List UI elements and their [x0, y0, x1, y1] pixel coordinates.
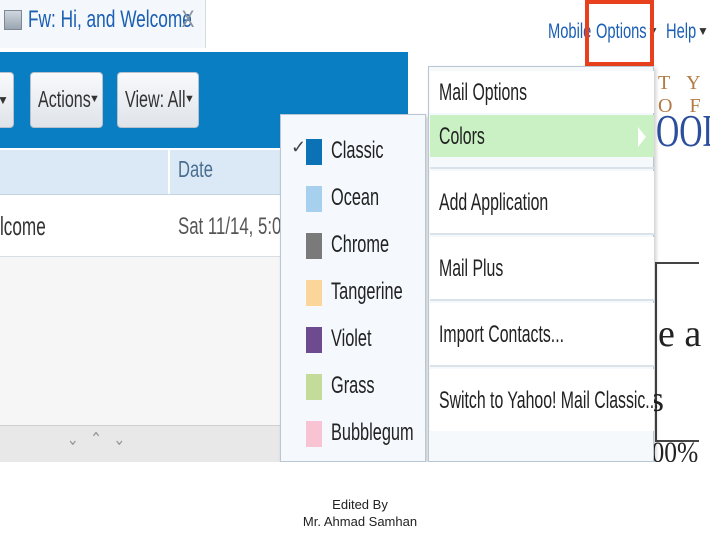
menu-divider	[430, 233, 654, 235]
help-link[interactable]: Help	[666, 20, 696, 44]
menu-item-label: Import Contacts...	[439, 321, 565, 348]
color-swatch	[306, 186, 322, 212]
tab-title: Fw: Hi, and Welcome	[28, 6, 192, 33]
color-label: Chrome	[331, 231, 390, 258]
color-option-tangerine[interactable]: Tangerine	[281, 268, 427, 315]
help-dropdown-icon[interactable]: ▼	[697, 24, 709, 38]
options-highlight-box	[585, 0, 654, 66]
menu-item-label: Switch to Yahoo! Mail Classic...	[439, 387, 659, 414]
list-empty-area	[0, 257, 290, 425]
actions-label: Actions	[38, 86, 91, 112]
submenu-arrow-icon	[638, 127, 646, 147]
column-divider[interactable]	[168, 150, 170, 194]
list-column-header	[0, 150, 290, 195]
menu-item-colors[interactable]: Colors	[430, 115, 654, 157]
chevron-down-icon: ▼	[89, 93, 100, 105]
toolbar-dropdown-button[interactable]: ▼	[0, 72, 14, 128]
color-option-grass[interactable]: Grass	[281, 362, 427, 409]
menu-divider	[430, 299, 654, 301]
colors-submenu: ✓ Classic Ocean Chrome Tangerine Violet …	[280, 114, 426, 462]
message-tab[interactable]: Fw: Hi, and Welcome X	[0, 0, 206, 48]
background-text-a: e a	[658, 313, 702, 355]
menu-item-label: Mail Options	[439, 79, 528, 106]
menu-divider	[430, 167, 654, 169]
view-label: View: All	[125, 86, 186, 112]
color-swatch	[306, 421, 322, 447]
date-column-header[interactable]: Date	[178, 156, 213, 183]
color-option-classic[interactable]: ✓ Classic	[281, 127, 427, 174]
color-swatch	[306, 139, 322, 165]
slide-caption: Edited By Mr. Ahmad Samhan	[0, 496, 720, 530]
menu-item-import-contacts[interactable]: Import Contacts...	[430, 303, 654, 365]
chevron-down-icon: ▼	[184, 93, 195, 105]
mail-icon	[4, 10, 22, 30]
caption-line-1: Edited By	[332, 497, 388, 512]
menu-item-label: Colors	[439, 123, 485, 150]
menu-item-switch-classic[interactable]: Switch to Yahoo! Mail Classic...	[430, 369, 659, 431]
color-option-violet[interactable]: Violet	[281, 315, 427, 362]
color-swatch	[306, 233, 322, 259]
color-label: Classic	[331, 137, 384, 164]
chevron-down-icon: ▼	[0, 93, 9, 107]
caption-line-2: Mr. Ahmad Samhan	[302, 514, 418, 529]
view-all-button[interactable]: View: All ▼	[117, 72, 199, 128]
menu-item-mail-plus[interactable]: Mail Plus	[430, 237, 654, 299]
menu-item-add-application[interactable]: Add Application	[430, 171, 654, 233]
pagination-arrows-icon[interactable]: ⌄⌃⌄	[67, 429, 137, 450]
close-icon[interactable]: X	[182, 6, 195, 34]
color-option-ocean[interactable]: Ocean	[281, 174, 427, 221]
menu-item-label: Mail Plus	[439, 255, 504, 282]
message-subject[interactable]: lcome	[0, 211, 46, 242]
color-label: Ocean	[331, 184, 380, 211]
screenshot: T Y O F OOL e a s program 100% Fw: Hi, a…	[0, 0, 710, 462]
color-swatch	[306, 374, 322, 400]
color-option-bubblegum[interactable]: Bubblegum	[281, 409, 427, 456]
menu-item-mail-options[interactable]: Mail Options	[430, 71, 654, 113]
list-footer	[0, 425, 290, 462]
checkmark-icon: ✓	[291, 137, 307, 157]
message-date: Sat 11/14, 5:04	[178, 213, 291, 240]
menu-divider	[430, 365, 654, 367]
menu-item-label: Add Application	[439, 189, 549, 216]
color-label: Tangerine	[331, 278, 403, 305]
color-swatch	[306, 280, 322, 306]
options-menu: Mail Options Colors Add Application Mail…	[428, 66, 659, 462]
background-logo-fragment: OOL	[656, 105, 710, 156]
color-label: Grass	[331, 372, 375, 399]
color-label: Bubblegum	[331, 419, 414, 446]
color-label: Violet	[331, 325, 372, 352]
color-swatch	[306, 327, 322, 353]
color-option-chrome[interactable]: Chrome	[281, 221, 427, 268]
actions-button[interactable]: Actions ▼	[30, 72, 103, 128]
